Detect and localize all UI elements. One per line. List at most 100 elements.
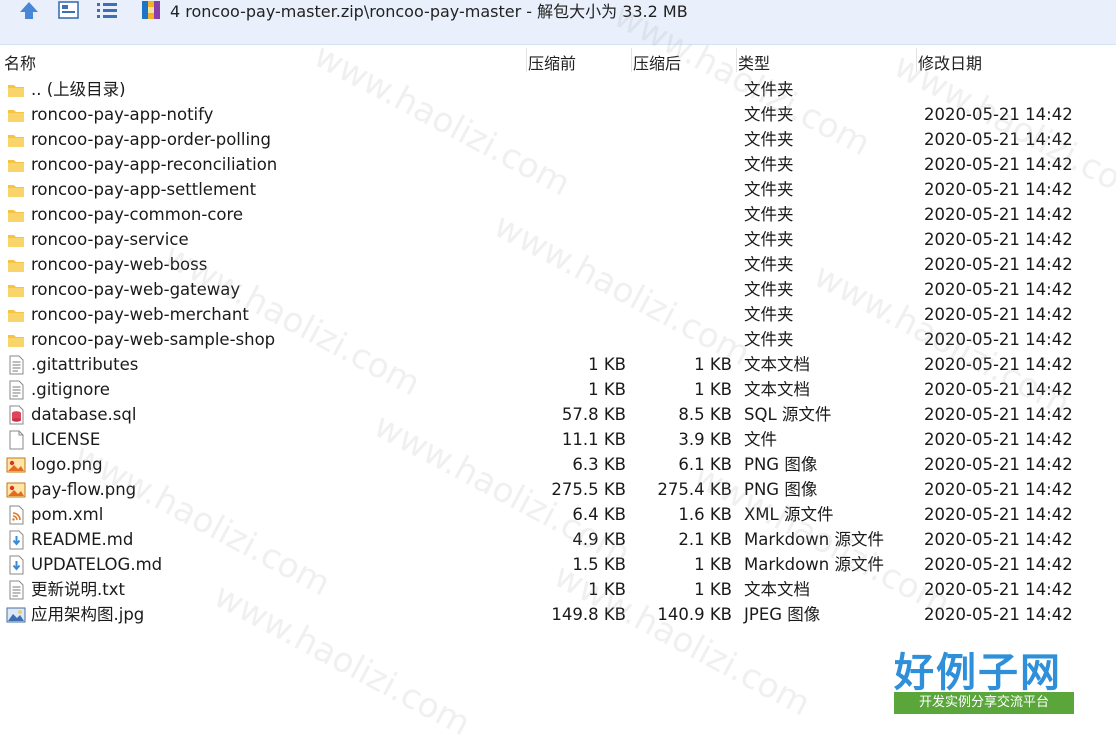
file-modified: 2020-05-21 14:42	[924, 205, 1073, 224]
file-original-size: 1 KB	[694, 355, 732, 374]
file-modified: 2020-05-21 14:42	[924, 105, 1073, 124]
file-original-size: 2.1 KB	[678, 530, 732, 549]
file-name: roncoo-pay-web-sample-shop	[31, 330, 276, 349]
file-name: 应用架构图.jpg	[31, 605, 145, 624]
table-row[interactable]: roncoo-pay-service 文件夹 2020-05-21 14:42	[0, 228, 1116, 253]
file-type: 文本文档	[744, 380, 810, 399]
file-name: .. (上级目录)	[31, 80, 126, 99]
table-row[interactable]: LICENSE 11.1 KB 3.9 KB 文件 2020-05-21 14:42	[0, 428, 1116, 453]
column-divider[interactable]	[631, 48, 632, 72]
file-type: 文件夹	[744, 230, 794, 249]
table-row[interactable]: 更新说明.txt 1 KB 1 KB 文本文档 2020-05-21 14:42	[0, 578, 1116, 603]
info-panel-icon[interactable]	[56, 0, 82, 22]
table-row[interactable]: pay-flow.png 275.5 KB 275.4 KB PNG 图像 2020-0…	[0, 478, 1116, 503]
file-type: SQL 源文件	[744, 405, 832, 424]
address-bar[interactable]: 4 roncoo-pay-master.zip\roncoo-pay-maste…	[140, 0, 688, 22]
up-arrow-icon[interactable]	[16, 0, 42, 22]
file-modified: 2020-05-21 14:42	[924, 255, 1073, 274]
file-original-size: 140.9 KB	[657, 605, 732, 624]
file-modified: 2020-05-21 14:42	[924, 305, 1073, 324]
table-row[interactable]: roncoo-pay-app-reconciliation 文件夹 2020-05-…	[0, 153, 1116, 178]
file-name: roncoo-pay-app-reconciliation	[31, 155, 278, 174]
file-name: roncoo-pay-service	[31, 230, 189, 249]
file-name: roncoo-pay-app-order-polling	[31, 130, 271, 149]
file-type: JPEG 图像	[744, 605, 821, 624]
column-name[interactable]: 名称	[4, 50, 36, 74]
file-name: .gitignore	[31, 380, 110, 399]
file-type: 文件	[744, 430, 777, 449]
file-name: 更新说明.txt	[31, 580, 125, 599]
file-packed-size: 11.1 KB	[561, 430, 626, 449]
file-original-size: 1.6 KB	[678, 505, 732, 524]
table-row[interactable]: .. (上级目录) 文件夹	[0, 78, 1116, 103]
table-row[interactable]: logo.png 6.3 KB 6.1 KB PNG 图像 2020-05-21 14:…	[0, 453, 1116, 478]
table-row[interactable]: .gitattributes 1 KB 1 KB 文本文档 2020-05-21 14:…	[0, 353, 1116, 378]
file-modified: 2020-05-21 14:42	[924, 580, 1073, 599]
table-row[interactable]: .gitignore 1 KB 1 KB 文本文档 2020-05-21 14:42	[0, 378, 1116, 403]
table-row[interactable]: roncoo-pay-web-boss 文件夹 2020-05-21 14:42	[0, 253, 1116, 278]
table-row[interactable]: roncoo-pay-web-merchant 文件夹 2020-05-21 14:…	[0, 303, 1116, 328]
file-packed-size: 4.9 KB	[572, 530, 626, 549]
file-type: 文件夹	[744, 80, 794, 99]
table-row[interactable]: UPDATELOG.md 1.5 KB 1 KB Markdown 源文件 2020-0…	[0, 553, 1116, 578]
file-modified: 2020-05-21 14:42	[924, 480, 1073, 499]
table-row[interactable]: roncoo-pay-web-sample-shop 文件夹 2020-05-21 …	[0, 328, 1116, 353]
column-divider[interactable]	[526, 48, 527, 72]
file-name: logo.png	[31, 455, 103, 474]
file-packed-size: 1.5 KB	[572, 555, 626, 574]
column-modified[interactable]: 修改日期	[918, 50, 982, 74]
column-divider[interactable]	[736, 48, 737, 72]
file-packed-size: 57.8 KB	[561, 405, 626, 424]
file-modified: 2020-05-21 14:42	[924, 455, 1073, 474]
column-divider[interactable]	[916, 48, 917, 72]
file-modified: 2020-05-21 14:42	[924, 505, 1073, 524]
table-row[interactable]: README.md 4.9 KB 2.1 KB Markdown 源文件 2020-05…	[0, 528, 1116, 553]
table-row[interactable]: roncoo-pay-web-gateway 文件夹 2020-05-21 14:4…	[0, 278, 1116, 303]
file-type: 文本文档	[744, 355, 810, 374]
file-modified: 2020-05-21 14:42	[924, 605, 1073, 624]
table-row[interactable]: 应用架构图.jpg 149.8 KB 140.9 KB JPEG 图像 2020-05-…	[0, 603, 1116, 628]
file-modified: 2020-05-21 14:42	[924, 230, 1073, 249]
table-row[interactable]: roncoo-pay-app-notify 文件夹 2020-05-21 14:42	[0, 103, 1116, 128]
file-type: 文件夹	[744, 255, 794, 274]
file-type: 文件夹	[744, 180, 794, 199]
column-packed[interactable]: 压缩前	[528, 50, 576, 74]
file-packed-size: 6.4 KB	[572, 505, 626, 524]
file-modified: 2020-05-21 14:42	[924, 430, 1073, 449]
list-view-icon[interactable]	[94, 0, 120, 22]
file-name: roncoo-pay-app-notify	[31, 105, 214, 124]
file-modified: 2020-05-21 14:42	[924, 330, 1073, 349]
column-header: 名称 压缩前 压缩后 类型 修改日期	[0, 46, 1116, 74]
file-original-size: 6.1 KB	[678, 455, 732, 474]
site-logo-subtitle: 开发实例分享交流平台	[894, 692, 1074, 714]
file-packed-size: 149.8 KB	[551, 605, 626, 624]
table-row[interactable]: roncoo-pay-app-settlement 文件夹 2020-05-21 1…	[0, 178, 1116, 203]
archive-path: 4 roncoo-pay-master.zip\roncoo-pay-maste…	[170, 2, 688, 21]
table-row[interactable]: roncoo-pay-common-core 文件夹 2020-05-21 14:4…	[0, 203, 1116, 228]
column-original[interactable]: 压缩后	[633, 50, 681, 74]
archive-icon	[142, 1, 160, 19]
site-logo: 好例子网 开发实例分享交流平台	[890, 640, 1080, 720]
file-type: Markdown 源文件	[744, 555, 884, 574]
file-name: pay-flow.png	[31, 480, 137, 499]
table-row[interactable]: roncoo-pay-app-order-polling 文件夹 2020-05-2…	[0, 128, 1116, 153]
file-modified: 2020-05-21 14:42	[924, 555, 1073, 574]
file-original-size: 1 KB	[694, 555, 732, 574]
file-name: UPDATELOG.md	[31, 555, 163, 574]
file-name: database.sql	[31, 405, 137, 424]
file-name: roncoo-pay-web-merchant	[31, 305, 249, 324]
file-packed-size: 1 KB	[588, 355, 626, 374]
file-type: 文件夹	[744, 305, 794, 324]
table-row[interactable]: database.sql 57.8 KB 8.5 KB SQL 源文件 2020-05-…	[0, 403, 1116, 428]
file-modified: 2020-05-21 14:42	[924, 180, 1073, 199]
file-original-size: 1 KB	[694, 380, 732, 399]
file-name: README.md	[31, 530, 134, 549]
file-modified: 2020-05-21 14:42	[924, 530, 1073, 549]
file-modified: 2020-05-21 14:42	[924, 280, 1073, 299]
table-row[interactable]: pom.xml 6.4 KB 1.6 KB XML 源文件 2020-05-21 14:…	[0, 503, 1116, 528]
file-original-size: 275.4 KB	[657, 480, 732, 499]
file-name: roncoo-pay-common-core	[31, 205, 244, 224]
column-type[interactable]: 类型	[738, 50, 770, 74]
file-name: roncoo-pay-web-gateway	[31, 280, 241, 299]
file-packed-size: 1 KB	[588, 580, 626, 599]
